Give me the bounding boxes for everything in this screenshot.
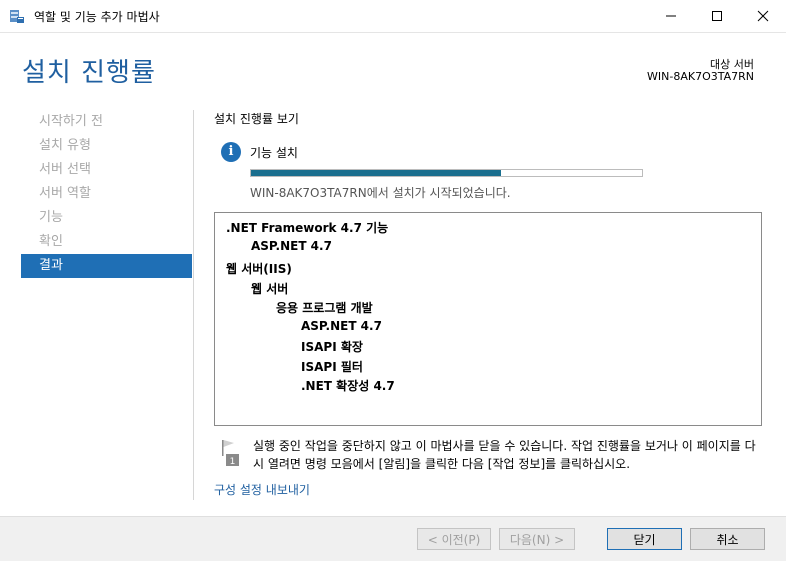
server-manager-icon <box>10 10 24 23</box>
close-button[interactable]: 닫기 <box>607 528 682 550</box>
maximize-button[interactable] <box>694 0 740 32</box>
nav-item[interactable]: 기능 <box>21 206 192 230</box>
flag-icon: 1 <box>222 440 239 467</box>
nav-item[interactable]: 설치 유형 <box>21 134 192 158</box>
result-line: .NET 확장성 4.7 <box>301 379 395 393</box>
flag-badge-number: 1 <box>230 457 236 467</box>
section-label: 설치 진행률 보기 <box>214 112 299 126</box>
next-button[interactable]: 다음(N) > <box>499 528 575 550</box>
result-line: ASP.NET 4.7 <box>251 238 332 253</box>
result-line: 응용 프로그램 개발 <box>276 301 373 315</box>
result-line: ISAPI 필터 <box>301 359 363 374</box>
target-server-name: WIN-8AK7O3TA7RN <box>647 70 754 83</box>
close-icon <box>757 10 769 22</box>
page-title: 설치 진행률 <box>22 58 156 88</box>
nav-item[interactable]: 결과 <box>21 254 192 278</box>
results-list[interactable]: .NET Framework 4.7 기능 ASP.NET 4.7 웹 서버(IIS… <box>214 212 762 426</box>
nav-item[interactable]: 시작하기 전 <box>21 110 192 134</box>
title-bar: 역할 및 기능 추가 마법사 <box>0 0 786 33</box>
nav-item[interactable]: 서버 선택 <box>21 158 192 182</box>
minimize-button[interactable] <box>648 0 694 32</box>
result-line: 웹 서버(IIS) <box>226 262 292 276</box>
close-window-button[interactable] <box>740 0 786 32</box>
footer-bar: < 이전(P) 다음(N) > 닫기 취소 <box>0 516 786 561</box>
progress-title: 기능 설치 <box>250 146 298 160</box>
nav-item[interactable]: 확인 <box>21 230 192 254</box>
result-line: ISAPI 확장 <box>301 340 363 354</box>
result-line: 웹 서버 <box>251 281 289 296</box>
info-icon: i <box>221 142 241 162</box>
wizard-nav: 시작하기 전 설치 유형 서버 선택 서버 역할 기능 확인 결과 <box>21 110 192 278</box>
export-settings-link[interactable]: 구성 설정 내보내기 <box>214 481 310 498</box>
previous-button[interactable]: < 이전(P) <box>417 528 491 550</box>
window-title: 역할 및 기능 추가 마법사 <box>34 10 160 24</box>
minimize-icon <box>666 15 676 17</box>
maximize-icon <box>712 11 722 21</box>
close-note: 실행 중인 작업을 중단하지 않고 이 마법사를 닫을 수 있습니다. 작업 진… <box>253 439 756 471</box>
progress-bar <box>250 169 643 177</box>
progress-status: WIN-8AK7O3TA7RN에서 설치가 시작되었습니다. <box>250 186 511 200</box>
progress-fill <box>251 170 502 176</box>
result-line: ASP.NET 4.7 <box>301 318 382 333</box>
nav-divider <box>193 110 194 500</box>
result-line: .NET Framework 4.7 기능 <box>226 221 389 235</box>
cancel-button[interactable]: 취소 <box>690 528 765 550</box>
nav-item[interactable]: 서버 역할 <box>21 182 192 206</box>
